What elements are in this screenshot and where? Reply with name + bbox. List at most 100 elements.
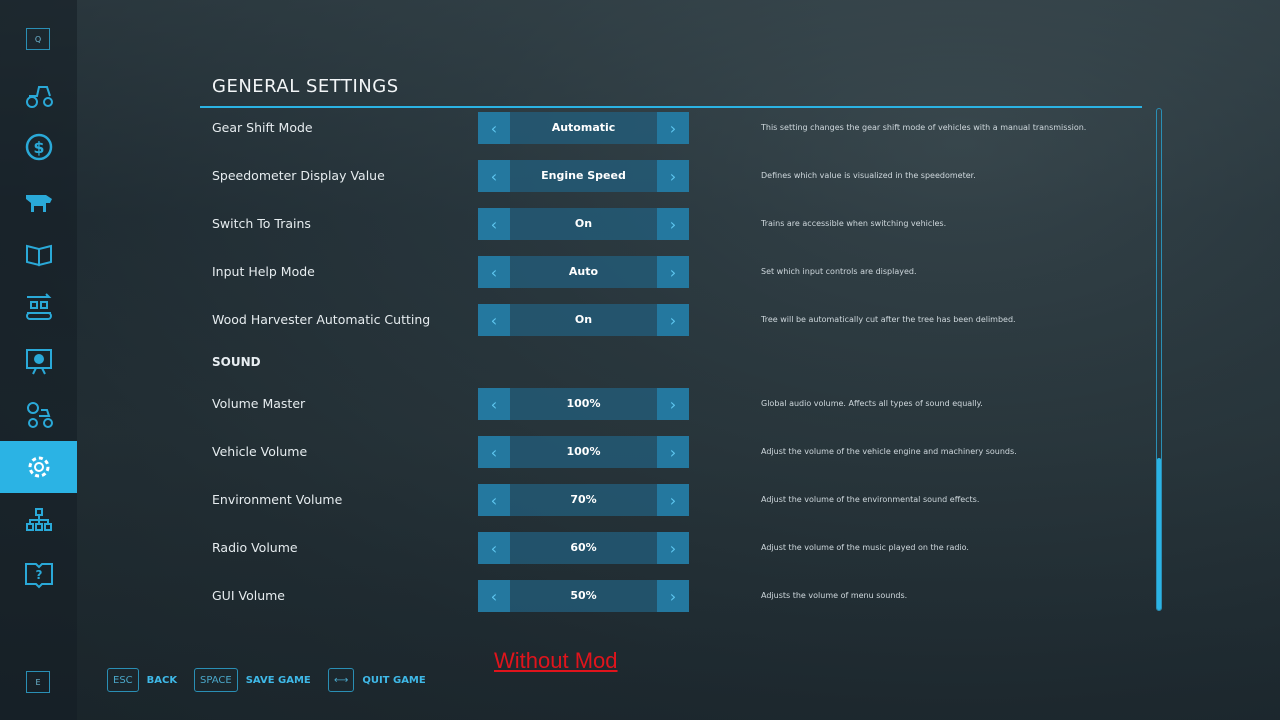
option-value: 50% — [570, 589, 597, 602]
setting-row: Volume Master ‹ 100% › Global audio volume. … — [212, 388, 1112, 420]
setting-description: Adjusts the volume of menu sounds. — [761, 591, 908, 600]
chevron-left-icon[interactable]: ‹ — [478, 256, 510, 288]
key-e-hint: E — [26, 671, 50, 693]
chevron-right-icon[interactable]: › — [657, 160, 689, 192]
option-selector[interactable]: ‹ 100% › — [478, 436, 689, 468]
chevron-right-icon[interactable]: › — [657, 436, 689, 468]
chevron-right-icon[interactable]: › — [657, 256, 689, 288]
chevron-left-icon[interactable]: ‹ — [478, 388, 510, 420]
option-selector[interactable]: ‹ 60% › — [478, 532, 689, 564]
option-selector[interactable]: ‹ Automatic › — [478, 112, 689, 144]
help-book-icon: ? — [24, 562, 53, 589]
sidebar-item-gear[interactable] — [0, 441, 77, 494]
setting-description: Adjust the volume of the vehicle engine … — [761, 447, 1017, 456]
annotation-text: Without Mod — [494, 648, 618, 673]
chevron-left-icon[interactable]: ‹ — [478, 112, 510, 144]
sidebar-item-dollar[interactable]: $ — [0, 121, 77, 173]
sidebar-item-help-book[interactable]: ? — [0, 548, 77, 600]
tractor-icon — [25, 86, 53, 108]
option-value: On — [574, 313, 593, 326]
production-icon — [25, 293, 52, 321]
footer-back-button[interactable]: ESC BACK — [107, 668, 177, 692]
chevron-right-icon[interactable]: › — [657, 532, 689, 564]
sidebar-item-contracts[interactable] — [0, 228, 77, 280]
option-value: 60% — [570, 541, 597, 554]
footer-save-game-button[interactable]: SPACE SAVE GAME — [194, 668, 311, 692]
chevron-right-icon[interactable]: › — [657, 208, 689, 240]
page-title: GENERAL SETTINGS — [212, 76, 399, 97]
sidebar-item-presentation[interactable] — [0, 335, 77, 387]
option-value: Automatic — [551, 121, 616, 134]
footer-quit-game-button[interactable]: ⟷ QUIT GAME — [328, 668, 426, 692]
option-selector[interactable]: ‹ 70% › — [478, 484, 689, 516]
setting-row: Speedometer Display Value ‹ Engine Speed › D… — [212, 160, 1112, 192]
chevron-left-icon[interactable]: ‹ — [478, 580, 510, 612]
cow-icon — [25, 194, 52, 212]
chevron-left-icon[interactable]: ‹ — [478, 484, 510, 516]
svg-text:?: ? — [35, 568, 42, 582]
option-value: 70% — [570, 493, 597, 506]
option-value: 100% — [566, 445, 601, 458]
hierarchy-icon — [25, 508, 52, 532]
setting-label: Input Help Mode — [212, 264, 315, 279]
presentation-icon — [25, 348, 52, 374]
scrollbar-thumb[interactable] — [1157, 458, 1161, 610]
setting-label: Switch To Trains — [212, 216, 311, 231]
dollar-icon: $ — [25, 134, 52, 161]
option-selector[interactable]: ‹ Engine Speed › — [478, 160, 689, 192]
chevron-right-icon[interactable]: › — [657, 304, 689, 336]
setting-label: Wood Harvester Automatic Cutting — [212, 312, 431, 327]
chevron-right-icon[interactable]: › — [657, 580, 689, 612]
setting-row: Environment Volume ‹ 70% › Adjust the volume… — [212, 484, 1112, 516]
setting-description: Trains are accessible when switching veh… — [761, 219, 947, 228]
setting-description: Adjust the volume of the environmental s… — [761, 495, 980, 504]
gear-icon — [28, 456, 49, 478]
option-selector[interactable]: ‹ On › — [478, 304, 689, 336]
key-q-hint: Q — [26, 28, 50, 50]
sidebar-item-vehicle-settings[interactable] — [0, 388, 77, 440]
setting-description: Set which input controls are displayed. — [761, 267, 917, 276]
option-selector[interactable]: ‹ 100% › — [478, 388, 689, 420]
key-hint: ⟷ — [328, 668, 355, 692]
sidebar-item-tractor[interactable] — [0, 68, 77, 120]
sidebar-item-cow[interactable] — [0, 175, 77, 227]
setting-description: Tree will be automatically cut after the… — [761, 315, 1016, 324]
chevron-left-icon[interactable]: ‹ — [478, 160, 510, 192]
setting-row: Switch To Trains ‹ On › Trains are accessibl… — [212, 208, 1112, 240]
setting-row: Vehicle Volume ‹ 100% › Adjust the volume of… — [212, 436, 1112, 468]
setting-label: Vehicle Volume — [212, 444, 308, 459]
vehicle-settings-icon — [26, 401, 53, 428]
setting-row: GUI Volume ‹ 50% › Adjusts the volume of men… — [212, 580, 1112, 612]
option-value: 100% — [566, 397, 601, 410]
option-selector[interactable]: ‹ On › — [478, 208, 689, 240]
setting-label: Environment Volume — [212, 492, 343, 507]
option-value: Auto — [568, 265, 599, 278]
option-selector[interactable]: ‹ 50% › — [478, 580, 689, 612]
option-value: On — [574, 217, 593, 230]
chevron-right-icon[interactable]: › — [657, 112, 689, 144]
sidebar-item-production[interactable] — [0, 281, 77, 333]
setting-row: Gear Shift Mode ‹ Automatic › This setting c… — [212, 112, 1112, 144]
setting-description: Defines which value is visualized in the… — [761, 171, 976, 180]
option-selector[interactable]: ‹ Auto › — [478, 256, 689, 288]
background-scene — [0, 0, 1280, 720]
sidebar: Q $? E — [0, 0, 77, 720]
svg-text:$: $ — [33, 138, 44, 157]
chevron-left-icon[interactable]: ‹ — [478, 208, 510, 240]
key-hint: ESC — [107, 668, 139, 692]
setting-label: Speedometer Display Value — [212, 168, 385, 183]
chevron-right-icon[interactable]: › — [657, 388, 689, 420]
chevron-left-icon[interactable]: ‹ — [478, 304, 510, 336]
setting-description: Global audio volume. Affects all types o… — [761, 399, 983, 408]
setting-label: Volume Master — [212, 396, 306, 411]
chevron-right-icon[interactable]: › — [657, 484, 689, 516]
contracts-icon — [25, 244, 52, 267]
setting-description: This setting changes the gear shift mode… — [761, 123, 1087, 132]
setting-row: Wood Harvester Automatic Cutting ‹ On › Tree… — [212, 304, 1112, 336]
sidebar-item-hierarchy[interactable] — [0, 494, 77, 546]
chevron-left-icon[interactable]: ‹ — [478, 532, 510, 564]
setting-label: GUI Volume — [212, 588, 285, 603]
option-value: Engine Speed — [541, 169, 626, 182]
setting-label: Radio Volume — [212, 540, 298, 555]
chevron-left-icon[interactable]: ‹ — [478, 436, 510, 468]
